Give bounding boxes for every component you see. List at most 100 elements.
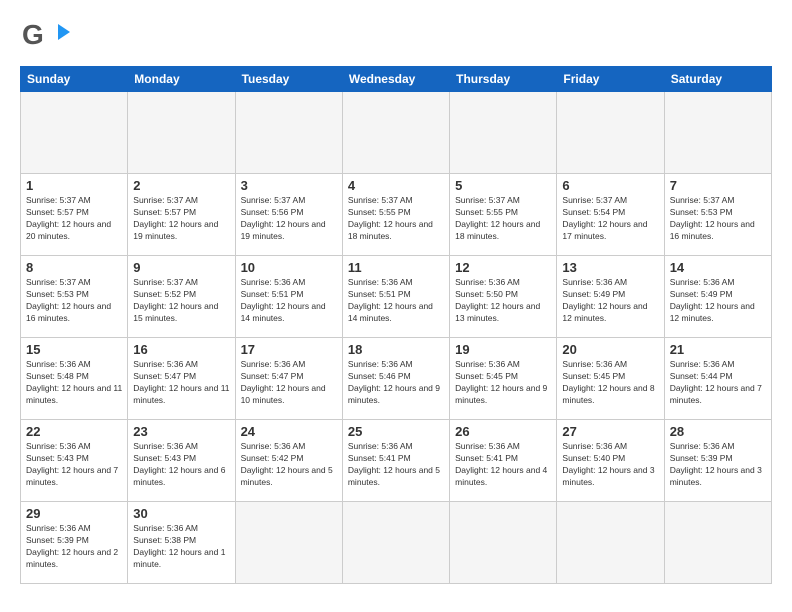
day-info: Sunrise: 5:36 AMSunset: 5:47 PMDaylight:… (241, 359, 337, 407)
day-info: Sunrise: 5:36 AMSunset: 5:51 PMDaylight:… (241, 277, 337, 325)
calendar-cell: 10 Sunrise: 5:36 AMSunset: 5:51 PMDayligh… (235, 256, 342, 338)
calendar-cell: 7Sunrise: 5:37 AMSunset: 5:53 PMDaylight… (664, 174, 771, 256)
day-info: Sunrise: 5:37 AMSunset: 5:57 PMDaylight:… (133, 195, 229, 243)
calendar-cell: 26 Sunrise: 5:36 AMSunset: 5:41 PMDayligh… (450, 420, 557, 502)
calendar-cell: 30 Sunrise: 5:36 AMSunset: 5:38 PMDayligh… (128, 502, 235, 584)
day-number: 15 (26, 342, 122, 357)
day-number: 28 (670, 424, 766, 439)
day-info: Sunrise: 5:36 AMSunset: 5:39 PMDaylight:… (670, 441, 766, 489)
svg-text:G: G (22, 19, 44, 50)
calendar-cell: 2Sunrise: 5:37 AMSunset: 5:57 PMDaylight… (128, 174, 235, 256)
day-number: 17 (241, 342, 337, 357)
day-number: 22 (26, 424, 122, 439)
day-info: Sunrise: 5:36 AMSunset: 5:41 PMDaylight:… (348, 441, 444, 489)
day-info: Sunrise: 5:37 AMSunset: 5:57 PMDaylight:… (26, 195, 122, 243)
day-info: Sunrise: 5:36 AMSunset: 5:48 PMDaylight:… (26, 359, 122, 407)
calendar-cell: 25Sunrise: 5:36 AMSunset: 5:41 PMDayligh… (342, 420, 449, 502)
logo: G (20, 16, 68, 60)
day-info: Sunrise: 5:36 AMSunset: 5:41 PMDaylight:… (455, 441, 551, 489)
calendar-cell: 4 Sunrise: 5:37 AMSunset: 5:55 PMDaylight… (342, 174, 449, 256)
header: G (20, 16, 772, 60)
calendar-cell: 5 Sunrise: 5:37 AMSunset: 5:55 PMDaylight… (450, 174, 557, 256)
day-info: Sunrise: 5:36 AMSunset: 5:43 PMDaylight:… (133, 441, 229, 489)
day-info: Sunrise: 5:36 AMSunset: 5:42 PMDaylight:… (241, 441, 337, 489)
day-info: Sunrise: 5:37 AMSunset: 5:55 PMDaylight:… (348, 195, 444, 243)
day-number: 16 (133, 342, 229, 357)
calendar-cell: 11 Sunrise: 5:36 AMSunset: 5:51 PMDayligh… (342, 256, 449, 338)
day-number: 30 (133, 506, 229, 521)
day-number: 9 (133, 260, 229, 275)
calendar-cell: 12 Sunrise: 5:36 AMSunset: 5:50 PMDayligh… (450, 256, 557, 338)
day-header: Sunday (21, 67, 128, 92)
day-number: 6 (562, 178, 658, 193)
day-info: Sunrise: 5:37 AMSunset: 5:52 PMDaylight:… (133, 277, 229, 325)
day-info: Sunrise: 5:36 AMSunset: 5:47 PMDaylight:… (133, 359, 229, 407)
day-info: Sunrise: 5:37 AMSunset: 5:54 PMDaylight:… (562, 195, 658, 243)
calendar-cell (557, 502, 664, 584)
calendar-cell (342, 502, 449, 584)
calendar-cell: 15 Sunrise: 5:36 AMSunset: 5:48 PMDayligh… (21, 338, 128, 420)
calendar-cell: 22Sunrise: 5:36 AMSunset: 5:43 PMDayligh… (21, 420, 128, 502)
calendar-cell: 19Sunrise: 5:36 AMSunset: 5:45 PMDayligh… (450, 338, 557, 420)
calendar-cell: 14Sunrise: 5:36 AMSunset: 5:49 PMDayligh… (664, 256, 771, 338)
day-header: Saturday (664, 67, 771, 92)
calendar-cell: 28 Sunrise: 5:36 AMSunset: 5:39 PMDayligh… (664, 420, 771, 502)
calendar-cell (450, 502, 557, 584)
calendar: SundayMondayTuesdayWednesdayThursdayFrid… (20, 66, 772, 584)
calendar-cell: 20Sunrise: 5:36 AMSunset: 5:45 PMDayligh… (557, 338, 664, 420)
calendar-cell (664, 92, 771, 174)
day-number: 18 (348, 342, 444, 357)
calendar-cell (450, 92, 557, 174)
calendar-cell (235, 92, 342, 174)
day-number: 13 (562, 260, 658, 275)
calendar-cell: 16 Sunrise: 5:36 AMSunset: 5:47 PMDayligh… (128, 338, 235, 420)
calendar-cell: 3 Sunrise: 5:37 AMSunset: 5:56 PMDaylight… (235, 174, 342, 256)
day-number: 21 (670, 342, 766, 357)
day-header: Tuesday (235, 67, 342, 92)
day-number: 5 (455, 178, 551, 193)
day-info: Sunrise: 5:37 AMSunset: 5:55 PMDaylight:… (455, 195, 551, 243)
day-number: 26 (455, 424, 551, 439)
day-number: 7 (670, 178, 766, 193)
day-info: Sunrise: 5:36 AMSunset: 5:44 PMDaylight:… (670, 359, 766, 407)
day-number: 29 (26, 506, 122, 521)
day-info: Sunrise: 5:36 AMSunset: 5:49 PMDaylight:… (670, 277, 766, 325)
calendar-cell (21, 92, 128, 174)
calendar-cell: 6 Sunrise: 5:37 AMSunset: 5:54 PMDaylight… (557, 174, 664, 256)
day-info: Sunrise: 5:36 AMSunset: 5:49 PMDaylight:… (562, 277, 658, 325)
day-number: 24 (241, 424, 337, 439)
calendar-cell: 24 Sunrise: 5:36 AMSunset: 5:42 PMDayligh… (235, 420, 342, 502)
calendar-cell (557, 92, 664, 174)
day-info: Sunrise: 5:36 AMSunset: 5:39 PMDaylight:… (26, 523, 122, 571)
calendar-cell (664, 502, 771, 584)
day-header: Thursday (450, 67, 557, 92)
calendar-cell: 23Sunrise: 5:36 AMSunset: 5:43 PMDayligh… (128, 420, 235, 502)
day-header: Wednesday (342, 67, 449, 92)
day-info: Sunrise: 5:36 AMSunset: 5:51 PMDaylight:… (348, 277, 444, 325)
calendar-cell: 8Sunrise: 5:37 AMSunset: 5:53 PMDaylight… (21, 256, 128, 338)
calendar-cell: 17 Sunrise: 5:36 AMSunset: 5:47 PMDayligh… (235, 338, 342, 420)
day-number: 10 (241, 260, 337, 275)
day-number: 3 (241, 178, 337, 193)
calendar-cell: 21 Sunrise: 5:36 AMSunset: 5:44 PMDayligh… (664, 338, 771, 420)
calendar-cell (128, 92, 235, 174)
calendar-cell: 1 Sunrise: 5:37 AMSunset: 5:57 PMDaylight… (21, 174, 128, 256)
day-info: Sunrise: 5:36 AMSunset: 5:38 PMDaylight:… (133, 523, 229, 571)
day-info: Sunrise: 5:36 AMSunset: 5:45 PMDaylight:… (562, 359, 658, 407)
calendar-cell: 29 Sunrise: 5:36 AMSunset: 5:39 PMDayligh… (21, 502, 128, 584)
calendar-cell: 18Sunrise: 5:36 AMSunset: 5:46 PMDayligh… (342, 338, 449, 420)
day-info: Sunrise: 5:37 AMSunset: 5:53 PMDaylight:… (26, 277, 122, 325)
page: G SundayMondayTuesdayWednesdayThursdayFr… (0, 0, 792, 612)
calendar-cell: 13 Sunrise: 5:36 AMSunset: 5:49 PMDayligh… (557, 256, 664, 338)
calendar-cell (342, 92, 449, 174)
day-number: 4 (348, 178, 444, 193)
day-number: 27 (562, 424, 658, 439)
day-info: Sunrise: 5:36 AMSunset: 5:50 PMDaylight:… (455, 277, 551, 325)
day-number: 11 (348, 260, 444, 275)
calendar-cell (235, 502, 342, 584)
day-info: Sunrise: 5:37 AMSunset: 5:56 PMDaylight:… (241, 195, 337, 243)
day-number: 12 (455, 260, 551, 275)
day-header: Monday (128, 67, 235, 92)
day-number: 1 (26, 178, 122, 193)
day-header: Friday (557, 67, 664, 92)
